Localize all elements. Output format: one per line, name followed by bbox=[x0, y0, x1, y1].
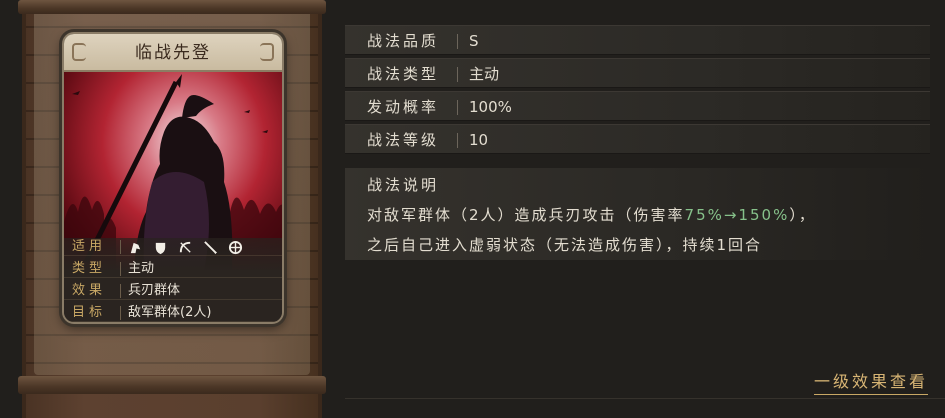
card-title-bar: 临战先登 bbox=[64, 34, 282, 72]
description-text: ）， bbox=[789, 206, 816, 224]
stat-row-target: 目标 敌军群体(2人) bbox=[64, 304, 282, 322]
attr-label: 发动概率 bbox=[367, 98, 440, 116]
bow-icon bbox=[179, 241, 191, 253]
tactic-attributes: 战法品质 S 战法类型 主动 发动概率 100% 战法等级 10 bbox=[345, 25, 945, 157]
damage-rate-highlight: 75%→150% bbox=[684, 206, 790, 224]
attr-row-type: 战法类型 主动 bbox=[345, 58, 930, 88]
attr-separator bbox=[457, 133, 458, 148]
stat-label: 适用 bbox=[72, 239, 107, 254]
stat-divider bbox=[120, 284, 121, 298]
tactic-description: 战法说明 对敌军群体（2人）造成兵刃攻击（伤害率75%→150%）， 之后自己进… bbox=[345, 168, 930, 260]
attr-label: 战法等级 bbox=[367, 131, 440, 149]
stat-divider bbox=[120, 240, 121, 254]
stat-row-effect: 效果 兵刃群体 bbox=[64, 282, 282, 300]
tactic-card: 临战先登 适用 类型 主动 效果 兵刃群体 目标 敌军群体(2人) bbox=[62, 32, 284, 324]
attr-row-quality: 战法品质 S bbox=[345, 25, 930, 55]
attr-value: 主动 bbox=[469, 65, 500, 83]
bottom-divider bbox=[345, 398, 945, 399]
stat-value: 兵刃群体 bbox=[128, 283, 181, 298]
level-one-effect-link[interactable]: 一级效果查看 bbox=[809, 368, 933, 399]
card-stats-panel: 适用 类型 主动 效果 兵刃群体 目标 敌军群体(2人) bbox=[64, 238, 282, 322]
title-ornament-left bbox=[72, 43, 86, 61]
stat-row-type: 类型 主动 bbox=[64, 260, 282, 278]
attr-value: 10 bbox=[469, 131, 489, 149]
stat-divider bbox=[120, 262, 121, 276]
title-ornament-right bbox=[260, 43, 274, 61]
description-line-2: 之后自己进入虚弱状态（无法造成伤害），持续1回合 bbox=[367, 236, 763, 254]
attr-value: S bbox=[469, 32, 479, 50]
attr-separator bbox=[457, 34, 458, 49]
attr-value: 100% bbox=[469, 98, 512, 116]
stat-value: 敌军群体(2人) bbox=[128, 305, 212, 320]
unit-type-icons bbox=[128, 238, 243, 256]
chariot-icon bbox=[228, 240, 243, 254]
cavalry-icon bbox=[130, 242, 141, 253]
spear-icon bbox=[204, 240, 218, 254]
attr-label: 战法品质 bbox=[367, 32, 440, 50]
stat-label: 效果 bbox=[72, 283, 107, 298]
attr-separator bbox=[457, 100, 458, 115]
stat-label: 类型 bbox=[72, 261, 107, 276]
scroll-rod-bottom bbox=[18, 376, 326, 394]
description-title: 战法说明 bbox=[367, 176, 440, 194]
attr-separator bbox=[457, 67, 458, 82]
scroll-rod-top bbox=[18, 0, 326, 14]
attr-label: 战法类型 bbox=[367, 65, 440, 83]
stat-row-applicable: 适用 bbox=[64, 238, 282, 256]
stat-divider bbox=[120, 306, 121, 320]
stat-value: 主动 bbox=[128, 261, 155, 276]
attr-row-probability: 发动概率 100% bbox=[345, 91, 930, 121]
stat-label: 目标 bbox=[72, 305, 107, 320]
attr-row-level: 战法等级 10 bbox=[345, 124, 930, 154]
shield-icon bbox=[155, 242, 166, 254]
card-title: 临战先登 bbox=[135, 43, 211, 63]
description-line-1: 对敌军群体（2人）造成兵刃攻击（伤害率75%→150%）， bbox=[367, 204, 816, 225]
description-text: 对敌军群体（2人）造成兵刃攻击（伤害率 bbox=[367, 206, 685, 224]
